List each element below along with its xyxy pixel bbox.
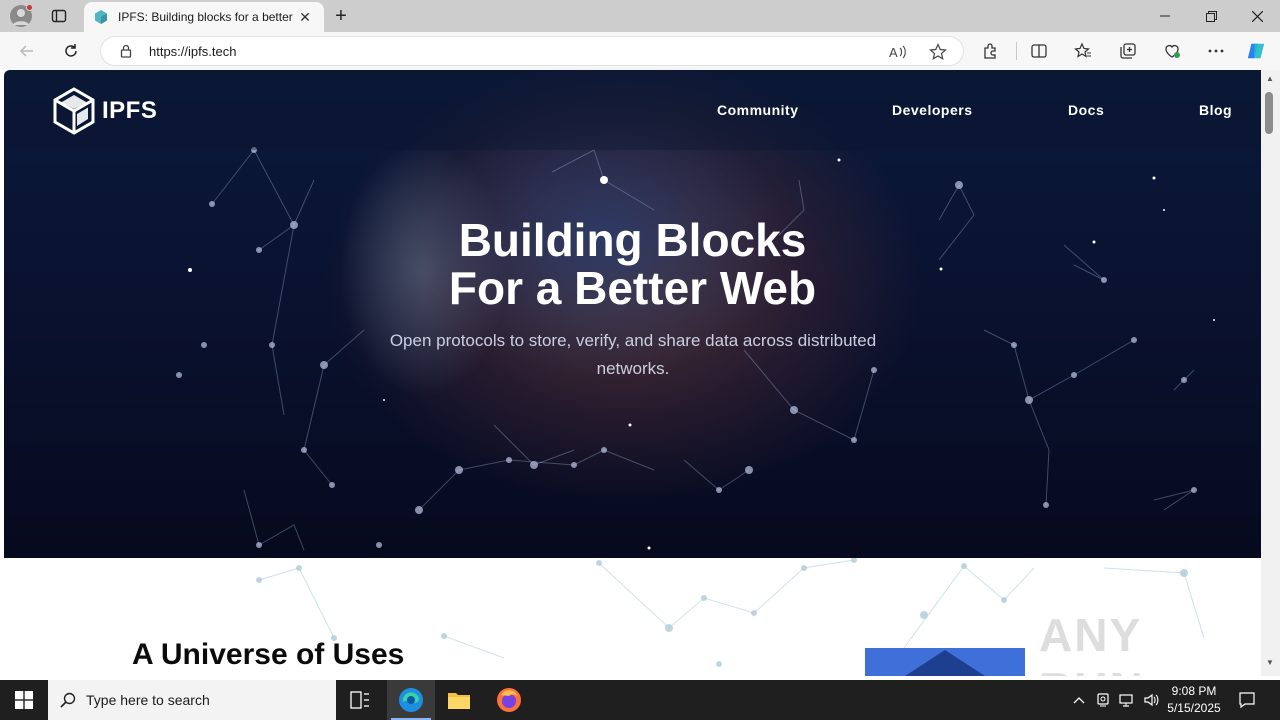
clock-date: 5/15/2025 <box>1167 701 1221 715</box>
favorites-icon[interactable] <box>1073 41 1093 61</box>
edge-icon <box>399 688 423 712</box>
ipfs-logo[interactable]: IPFS <box>52 87 157 135</box>
extensions-icon[interactable] <box>981 41 1001 61</box>
tray-chevron-icon[interactable] <box>1068 680 1090 720</box>
profile-avatar[interactable] <box>10 4 33 27</box>
browser-toolbar: https://ipfs.tech A <box>0 32 1280 70</box>
copilot-icon[interactable] <box>1246 41 1266 61</box>
clock-time: 9:08 PM <box>1171 684 1217 698</box>
close-window-button[interactable] <box>1234 0 1280 32</box>
folder-icon <box>448 693 470 709</box>
minimize-button[interactable] <box>1142 0 1188 32</box>
more-options-icon[interactable] <box>1206 41 1226 61</box>
browser-titlebar: IPFS: Building blocks for a better ✕ + <box>0 0 1280 32</box>
url-text[interactable]: https://ipfs.tech <box>149 44 236 59</box>
hero-title: Building Blocks For a Better Web <box>4 216 1261 312</box>
section-title: A Universe of Uses <box>132 638 405 671</box>
tray-device-icon[interactable] <box>1092 680 1114 720</box>
refresh-button[interactable] <box>58 39 84 63</box>
lock-icon[interactable] <box>119 44 133 58</box>
ipfs-cube-icon <box>53 87 95 135</box>
hero-subtitle: Open protocols to store, verify, and sha… <box>389 331 877 378</box>
notification-dot <box>26 4 33 11</box>
site-header: IPFS Community Developers Docs Blog <box>4 70 1261 150</box>
network-icon[interactable] <box>1116 680 1138 720</box>
notifications-icon[interactable] <box>1236 680 1258 720</box>
hero-title-line2: For a Better Web <box>448 262 817 314</box>
hero-section: IPFS Community Developers Docs Blog Buil… <box>4 70 1261 558</box>
scroll-thumb[interactable] <box>1265 92 1273 134</box>
nav-docs[interactable]: Docs <box>1068 102 1104 118</box>
taskbar-edge[interactable] <box>387 680 435 720</box>
firefox-icon <box>497 688 521 712</box>
tab-ipfs[interactable]: IPFS: Building blocks for a better ✕ <box>84 2 324 32</box>
browser-essentials-icon[interactable] <box>1162 41 1182 61</box>
search-placeholder: Type here to search <box>86 692 210 708</box>
restore-button[interactable] <box>1188 0 1234 32</box>
taskbar-firefox[interactable] <box>485 680 533 720</box>
collections-icon[interactable] <box>1118 41 1138 61</box>
windows-taskbar: Type here to search 9:08 PM 5/15/2025 <box>0 680 1280 720</box>
anyrun-watermark: ANY RUN <box>1039 609 1143 676</box>
tab-actions-icon[interactable] <box>48 6 70 26</box>
page-viewport: IPFS Community Developers Docs Blog Buil… <box>4 70 1261 676</box>
volume-icon[interactable] <box>1140 680 1162 720</box>
hero-title-line1: Building Blocks <box>458 214 807 266</box>
nav-blog[interactable]: Blog <box>1199 102 1232 118</box>
start-button[interactable] <box>0 680 48 720</box>
favorite-star-icon[interactable] <box>929 43 947 61</box>
page-scrollbar[interactable]: ▲ ▼ <box>1261 70 1280 676</box>
tab-close-icon[interactable]: ✕ <box>296 8 314 26</box>
taskbar-clock[interactable]: 9:08 PM 5/15/2025 <box>1160 683 1228 717</box>
read-aloud-icon[interactable]: A <box>889 43 907 61</box>
svg-text:A: A <box>889 45 898 60</box>
split-screen-icon[interactable] <box>1029 41 1049 61</box>
address-bar[interactable]: https://ipfs.tech A <box>100 36 964 66</box>
task-view-button[interactable] <box>336 680 384 720</box>
logo-text: IPFS <box>102 97 158 124</box>
nav-developers[interactable]: Developers <box>892 102 972 118</box>
ipfs-favicon-icon <box>94 10 108 24</box>
tab-title: IPFS: Building blocks for a better <box>118 10 293 24</box>
nav-community[interactable]: Community <box>717 102 799 118</box>
uses-illustration <box>865 648 1025 676</box>
taskbar-file-explorer[interactable] <box>435 680 483 720</box>
back-button[interactable] <box>14 39 40 63</box>
new-tab-button[interactable]: + <box>330 5 352 27</box>
taskbar-search-box[interactable]: Type here to search <box>48 680 336 720</box>
scroll-down-arrow-icon[interactable]: ▼ <box>1264 658 1276 670</box>
search-icon <box>60 692 76 708</box>
toolbar-separator <box>1016 42 1017 60</box>
scroll-up-arrow-icon[interactable]: ▲ <box>1264 74 1276 86</box>
windows-logo-icon <box>15 691 33 709</box>
